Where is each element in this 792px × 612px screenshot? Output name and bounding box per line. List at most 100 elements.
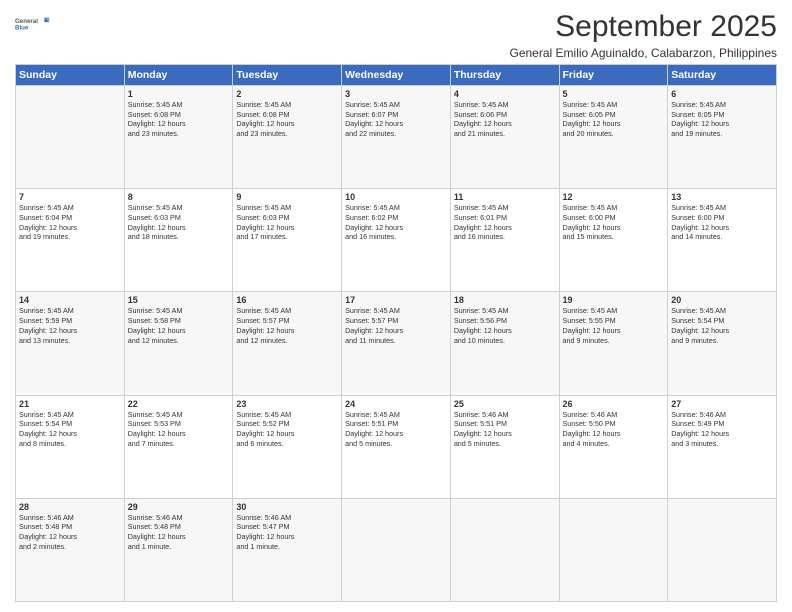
- cell-content: Sunrise: 5:45 AM Sunset: 5:55 PM Dayligh…: [563, 306, 665, 345]
- cell-content: Sunrise: 5:45 AM Sunset: 6:05 PM Dayligh…: [563, 100, 665, 139]
- cell-2-5: 11Sunrise: 5:45 AM Sunset: 6:01 PM Dayli…: [450, 189, 559, 292]
- day-header-thursday: Thursday: [450, 65, 559, 86]
- cell-5-2: 29Sunrise: 5:46 AM Sunset: 5:48 PM Dayli…: [124, 498, 233, 601]
- cell-4-4: 24Sunrise: 5:45 AM Sunset: 5:51 PM Dayli…: [342, 395, 451, 498]
- cell-content: Sunrise: 5:45 AM Sunset: 5:57 PM Dayligh…: [345, 306, 447, 345]
- cell-1-5: 4Sunrise: 5:45 AM Sunset: 6:06 PM Daylig…: [450, 86, 559, 189]
- svg-text:General: General: [15, 18, 38, 25]
- cell-3-5: 18Sunrise: 5:45 AM Sunset: 5:56 PM Dayli…: [450, 292, 559, 395]
- day-number: 14: [19, 295, 121, 305]
- cell-content: Sunrise: 5:45 AM Sunset: 6:08 PM Dayligh…: [236, 100, 338, 139]
- day-number: 28: [19, 502, 121, 512]
- cell-content: Sunrise: 5:45 AM Sunset: 5:57 PM Dayligh…: [236, 306, 338, 345]
- cell-content: Sunrise: 5:45 AM Sunset: 5:54 PM Dayligh…: [671, 306, 773, 345]
- day-number: 13: [671, 192, 773, 202]
- cell-5-1: 28Sunrise: 5:46 AM Sunset: 5:48 PM Dayli…: [16, 498, 125, 601]
- day-number: 20: [671, 295, 773, 305]
- cell-2-4: 10Sunrise: 5:45 AM Sunset: 6:02 PM Dayli…: [342, 189, 451, 292]
- day-number: 5: [563, 89, 665, 99]
- cell-content: Sunrise: 5:45 AM Sunset: 6:02 PM Dayligh…: [345, 203, 447, 242]
- day-number: 25: [454, 399, 556, 409]
- cell-4-6: 26Sunrise: 5:46 AM Sunset: 5:50 PM Dayli…: [559, 395, 668, 498]
- day-number: 2: [236, 89, 338, 99]
- cell-4-5: 25Sunrise: 5:46 AM Sunset: 5:51 PM Dayli…: [450, 395, 559, 498]
- cell-content: Sunrise: 5:45 AM Sunset: 6:03 PM Dayligh…: [128, 203, 230, 242]
- cell-content: Sunrise: 5:45 AM Sunset: 5:59 PM Dayligh…: [19, 306, 121, 345]
- cell-4-3: 23Sunrise: 5:45 AM Sunset: 5:52 PM Dayli…: [233, 395, 342, 498]
- day-number: 8: [128, 192, 230, 202]
- day-number: 12: [563, 192, 665, 202]
- svg-text:Blue: Blue: [15, 25, 29, 32]
- cell-content: Sunrise: 5:45 AM Sunset: 6:03 PM Dayligh…: [236, 203, 338, 242]
- month-title: September 2025: [510, 10, 778, 44]
- logo: General Blue: [15, 10, 53, 38]
- day-header-tuesday: Tuesday: [233, 65, 342, 86]
- page: General Blue September 2025 General Emil…: [0, 0, 792, 612]
- day-number: 18: [454, 295, 556, 305]
- cell-4-7: 27Sunrise: 5:46 AM Sunset: 5:49 PM Dayli…: [668, 395, 777, 498]
- cell-content: Sunrise: 5:45 AM Sunset: 6:06 PM Dayligh…: [454, 100, 556, 139]
- cell-content: Sunrise: 5:45 AM Sunset: 5:56 PM Dayligh…: [454, 306, 556, 345]
- day-number: 21: [19, 399, 121, 409]
- day-number: 9: [236, 192, 338, 202]
- cell-3-1: 14Sunrise: 5:45 AM Sunset: 5:59 PM Dayli…: [16, 292, 125, 395]
- day-header-monday: Monday: [124, 65, 233, 86]
- cell-5-3: 30Sunrise: 5:46 AM Sunset: 5:47 PM Dayli…: [233, 498, 342, 601]
- cell-1-1: [16, 86, 125, 189]
- day-number: 24: [345, 399, 447, 409]
- cell-5-7: [668, 498, 777, 601]
- cell-content: Sunrise: 5:46 AM Sunset: 5:49 PM Dayligh…: [671, 410, 773, 449]
- cell-content: Sunrise: 5:45 AM Sunset: 6:08 PM Dayligh…: [128, 100, 230, 139]
- day-number: 16: [236, 295, 338, 305]
- cell-content: Sunrise: 5:45 AM Sunset: 5:58 PM Dayligh…: [128, 306, 230, 345]
- day-number: 15: [128, 295, 230, 305]
- week-row-5: 28Sunrise: 5:46 AM Sunset: 5:48 PM Dayli…: [16, 498, 777, 601]
- cell-3-2: 15Sunrise: 5:45 AM Sunset: 5:58 PM Dayli…: [124, 292, 233, 395]
- cell-2-6: 12Sunrise: 5:45 AM Sunset: 6:00 PM Dayli…: [559, 189, 668, 292]
- cell-1-6: 5Sunrise: 5:45 AM Sunset: 6:05 PM Daylig…: [559, 86, 668, 189]
- week-row-2: 7Sunrise: 5:45 AM Sunset: 6:04 PM Daylig…: [16, 189, 777, 292]
- day-number: 11: [454, 192, 556, 202]
- cell-content: Sunrise: 5:45 AM Sunset: 6:04 PM Dayligh…: [19, 203, 121, 242]
- cell-5-6: [559, 498, 668, 601]
- day-number: 30: [236, 502, 338, 512]
- day-number: 10: [345, 192, 447, 202]
- day-number: 22: [128, 399, 230, 409]
- cell-content: Sunrise: 5:46 AM Sunset: 5:51 PM Dayligh…: [454, 410, 556, 449]
- day-number: 6: [671, 89, 773, 99]
- cell-3-7: 20Sunrise: 5:45 AM Sunset: 5:54 PM Dayli…: [668, 292, 777, 395]
- day-header-wednesday: Wednesday: [342, 65, 451, 86]
- cell-4-1: 21Sunrise: 5:45 AM Sunset: 5:54 PM Dayli…: [16, 395, 125, 498]
- cell-4-2: 22Sunrise: 5:45 AM Sunset: 5:53 PM Dayli…: [124, 395, 233, 498]
- week-row-4: 21Sunrise: 5:45 AM Sunset: 5:54 PM Dayli…: [16, 395, 777, 498]
- day-number: 23: [236, 399, 338, 409]
- day-number: 17: [345, 295, 447, 305]
- cell-content: Sunrise: 5:45 AM Sunset: 6:00 PM Dayligh…: [563, 203, 665, 242]
- cell-5-4: [342, 498, 451, 601]
- cell-1-3: 2Sunrise: 5:45 AM Sunset: 6:08 PM Daylig…: [233, 86, 342, 189]
- header-row: SundayMondayTuesdayWednesdayThursdayFrid…: [16, 65, 777, 86]
- cell-1-7: 6Sunrise: 5:45 AM Sunset: 6:05 PM Daylig…: [668, 86, 777, 189]
- cell-content: Sunrise: 5:45 AM Sunset: 5:52 PM Dayligh…: [236, 410, 338, 449]
- day-number: 26: [563, 399, 665, 409]
- cell-content: Sunrise: 5:45 AM Sunset: 6:05 PM Dayligh…: [671, 100, 773, 139]
- cell-content: Sunrise: 5:45 AM Sunset: 5:51 PM Dayligh…: [345, 410, 447, 449]
- cell-content: Sunrise: 5:45 AM Sunset: 5:53 PM Dayligh…: [128, 410, 230, 449]
- day-header-saturday: Saturday: [668, 65, 777, 86]
- logo-icon: General Blue: [15, 10, 53, 38]
- cell-content: Sunrise: 5:46 AM Sunset: 5:50 PM Dayligh…: [563, 410, 665, 449]
- subtitle: General Emilio Aguinaldo, Calabarzon, Ph…: [510, 46, 778, 60]
- cell-content: Sunrise: 5:45 AM Sunset: 5:54 PM Dayligh…: [19, 410, 121, 449]
- day-number: 19: [563, 295, 665, 305]
- day-header-sunday: Sunday: [16, 65, 125, 86]
- cell-content: Sunrise: 5:46 AM Sunset: 5:48 PM Dayligh…: [128, 513, 230, 552]
- cell-content: Sunrise: 5:45 AM Sunset: 6:07 PM Dayligh…: [345, 100, 447, 139]
- week-row-3: 14Sunrise: 5:45 AM Sunset: 5:59 PM Dayli…: [16, 292, 777, 395]
- calendar-table: SundayMondayTuesdayWednesdayThursdayFrid…: [15, 64, 777, 602]
- day-number: 27: [671, 399, 773, 409]
- cell-content: Sunrise: 5:46 AM Sunset: 5:47 PM Dayligh…: [236, 513, 338, 552]
- cell-2-1: 7Sunrise: 5:45 AM Sunset: 6:04 PM Daylig…: [16, 189, 125, 292]
- cell-content: Sunrise: 5:46 AM Sunset: 5:48 PM Dayligh…: [19, 513, 121, 552]
- cell-5-5: [450, 498, 559, 601]
- header: General Blue September 2025 General Emil…: [15, 10, 777, 60]
